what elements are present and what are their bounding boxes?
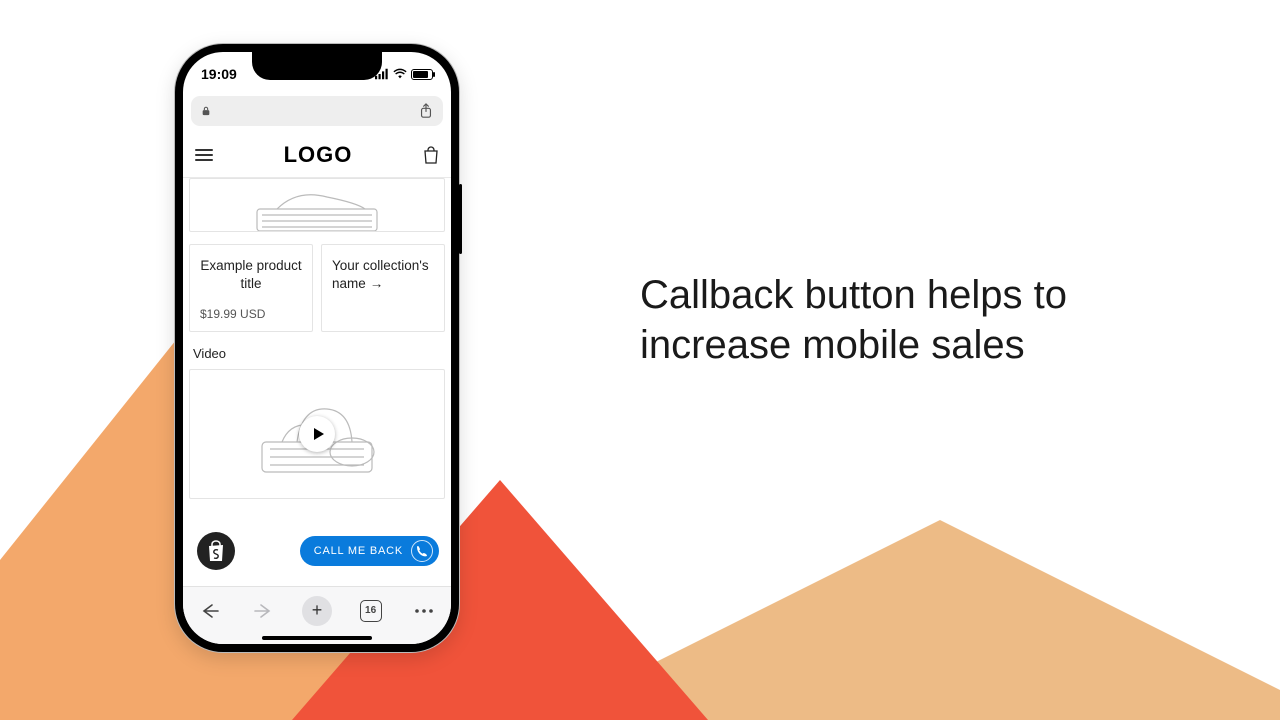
phone-notch <box>252 52 382 80</box>
product-image-card[interactable] <box>189 178 445 232</box>
product-price: $19.99 USD <box>200 307 302 321</box>
tab-count: 16 <box>365 605 376 616</box>
collection-title: Your collection's name→ <box>332 257 434 293</box>
safari-toolbar: + 16 <box>183 586 451 644</box>
plus-icon: + <box>302 596 332 626</box>
back-button[interactable] <box>193 594 227 628</box>
product-card[interactable]: Example product title $19.99 USD <box>189 244 313 332</box>
home-indicator <box>262 636 372 640</box>
product-title: Example product title <box>200 257 302 293</box>
tabs-button[interactable]: 16 <box>354 594 388 628</box>
play-icon <box>313 427 325 441</box>
cart-icon[interactable] <box>423 146 439 164</box>
new-tab-button[interactable]: + <box>300 594 334 628</box>
bg-triangle-orange <box>0 310 1100 720</box>
status-time: 19:09 <box>201 66 237 82</box>
bg-triangle-red <box>0 480 1020 720</box>
headline-text: Callback button helps to increase mobile… <box>640 270 1200 370</box>
battery-icon <box>411 69 433 80</box>
store-logo[interactable]: LOGO <box>284 142 353 168</box>
call-me-back-label: CALL ME BACK <box>314 545 403 557</box>
safari-url-bar[interactable] <box>191 96 443 126</box>
video-card[interactable] <box>189 369 445 499</box>
iphone-frame: 19:09 LOGO <box>175 44 459 652</box>
arrow-right-icon: → <box>370 275 384 293</box>
shopify-bag-icon <box>206 540 226 562</box>
store-content: Example product title $19.99 USD Your co… <box>183 178 451 499</box>
more-icon <box>414 608 434 614</box>
share-icon[interactable] <box>419 103 433 119</box>
more-button[interactable] <box>407 594 441 628</box>
store-header: LOGO <box>183 132 451 178</box>
collection-card[interactable]: Your collection's name→ <box>321 244 445 332</box>
lock-icon <box>201 106 211 116</box>
shopify-badge[interactable] <box>197 532 235 570</box>
video-section-label: Video <box>193 346 445 361</box>
phone-icon <box>411 540 433 562</box>
menu-icon[interactable] <box>195 146 213 164</box>
wifi-icon <box>393 68 407 80</box>
sneaker-line-art <box>247 179 387 232</box>
phone-screen: 19:09 LOGO <box>183 52 451 644</box>
forward-button[interactable] <box>246 594 280 628</box>
call-me-back-button[interactable]: CALL ME BACK <box>300 536 439 566</box>
promo-stage: Callback button helps to increase mobile… <box>0 0 1280 720</box>
